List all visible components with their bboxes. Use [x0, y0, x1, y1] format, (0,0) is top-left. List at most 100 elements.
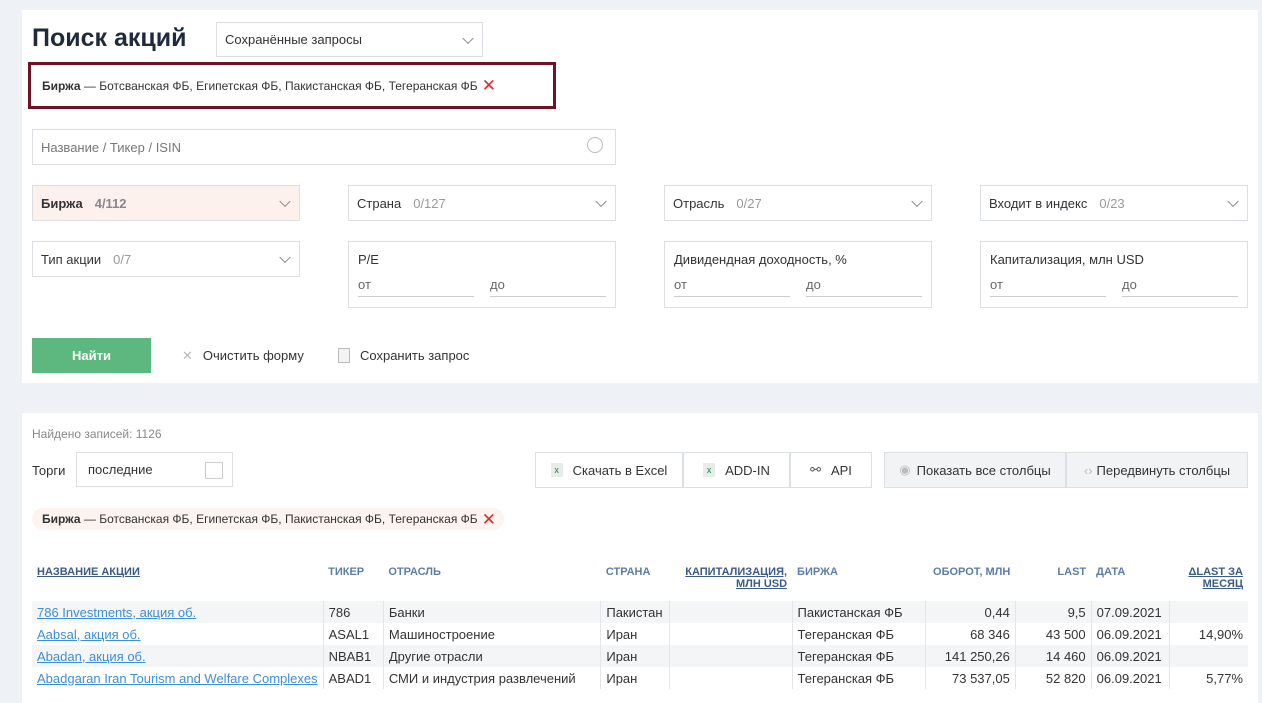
saved-queries-label: Сохранённые запросы — [225, 32, 362, 47]
col-last[interactable]: LAST — [1015, 563, 1091, 601]
cell-turnover: 0,44 — [925, 601, 1016, 623]
cell-last: 9,5 — [1014, 601, 1092, 623]
cell-delta-last: 14,90% — [1168, 623, 1248, 645]
remove-filter-icon[interactable]: ✕ — [482, 511, 496, 528]
cell-cap — [669, 601, 793, 623]
col-date[interactable]: ДАТА — [1091, 563, 1169, 601]
col-turnover[interactable]: ОБОРОТ, МЛН — [926, 563, 1016, 601]
remove-filter-icon[interactable]: ✕ — [482, 77, 496, 94]
filter-country[interactable]: Страна 0/127 — [348, 185, 616, 221]
table-header-row: НАЗВАНИЕ АКЦИИ ТИКЕР ОТРАСЛЬ СТРАНА КАПИ… — [32, 563, 1248, 601]
col-name[interactable]: НАЗВАНИЕ АКЦИИ — [32, 563, 323, 601]
cell-country: Иран — [600, 667, 670, 689]
cell-last: 43 500 — [1014, 623, 1092, 645]
saved-queries-dropdown[interactable]: Сохранённые запросы — [216, 22, 483, 57]
active-filter-chip: Биржа — Ботсванская ФБ, Египетская ФБ, П… — [32, 508, 504, 530]
filter-share-type[interactable]: Тип акции 0/7 — [32, 241, 300, 277]
stock-link[interactable]: 786 Investments, акция об. — [37, 605, 196, 620]
filter-country-count: 0/127 — [413, 195, 446, 211]
cell-exchange: Тегеранская ФБ — [791, 667, 926, 689]
chevron-down-icon — [462, 32, 474, 44]
cell-country: Иран — [600, 645, 670, 667]
cell-date: 07.09.2021 — [1090, 601, 1170, 623]
api-button[interactable]: ⚯ API — [790, 452, 872, 488]
cell-sector: Банки — [382, 601, 601, 623]
search-input[interactable]: Название / Тикер / ISIN — [32, 129, 616, 165]
cell-name: Aabsal, акция об. — [32, 623, 323, 645]
cell-ticker: ABAD1 — [322, 667, 384, 689]
chip-label: Биржа — [42, 512, 81, 526]
chevron-down-icon — [595, 195, 607, 208]
col-country[interactable]: СТРАНА — [601, 563, 670, 601]
stock-link[interactable]: Abadan, акция об. — [37, 649, 146, 664]
cap-to-input[interactable]: до — [1122, 277, 1238, 297]
cell-date: 06.09.2021 — [1090, 623, 1170, 645]
add-in-label: ADD-IN — [725, 462, 770, 478]
find-button[interactable]: Найти — [32, 338, 151, 373]
filter-exchange[interactable]: Биржа 4/112 — [32, 185, 300, 221]
range-dividend: Дивидендная доходность, % от до — [664, 241, 932, 308]
search-placeholder: Название / Тикер / ISIN — [41, 139, 181, 155]
cell-date: 06.09.2021 — [1090, 645, 1170, 667]
cap-from-input[interactable]: от — [990, 277, 1106, 297]
pe-to-input[interactable]: до — [490, 277, 606, 297]
chevron-down-icon — [911, 195, 923, 208]
search-form-panel: Поиск акций Сохранённые запросы Биржа — … — [22, 10, 1258, 383]
cell-sector: Машиностроение — [382, 623, 601, 645]
chevron-down-icon — [279, 195, 291, 208]
col-delta-last[interactable]: ΔLAST ЗА МЕСЯЦ — [1169, 563, 1248, 601]
close-icon: ✕ — [182, 348, 193, 363]
cell-last: 14 460 — [1014, 645, 1092, 667]
filter-sector[interactable]: Отрасль 0/27 — [664, 185, 932, 221]
table-row: Abadan, акция об. NBAB1 Другие отрасли Иран… — [32, 645, 1248, 667]
move-columns-button[interactable]: ‹› Передвинуть столбцы — [1066, 452, 1248, 488]
chevron-down-icon — [279, 251, 291, 264]
save-query-button[interactable]: Сохранить запрос — [338, 348, 469, 363]
col-exchange[interactable]: БИРЖА — [792, 563, 925, 601]
table-row: Abadgaran Iran Tourism and Welfare Compl… — [32, 667, 1248, 689]
filter-share-type-count: 0/7 — [113, 251, 132, 267]
filter-index[interactable]: Входит в индекс 0/23 — [980, 185, 1248, 221]
range-pe: P/E от до — [348, 241, 616, 308]
dividend-from-input[interactable]: от — [674, 277, 790, 297]
stock-link[interactable]: Aabsal, акция об. — [37, 627, 141, 642]
cell-cap — [669, 667, 793, 689]
cell-turnover: 68 346 — [925, 623, 1016, 645]
cell-exchange: Тегеранская ФБ — [791, 623, 926, 645]
trades-label: Торги — [32, 463, 66, 478]
add-in-button[interactable]: x ADD-IN — [683, 452, 790, 488]
chip-values: — Ботсванская ФБ, Египетская ФБ, Пакиста… — [83, 512, 478, 526]
cell-country: Иран — [600, 623, 670, 645]
save-query-label: Сохранить запрос — [360, 348, 470, 363]
cell-name: Abadgaran Iran Tourism and Welfare Compl… — [32, 667, 323, 689]
cell-ticker: ASAL1 — [322, 623, 384, 645]
download-excel-button[interactable]: x Скачать в Excel — [535, 452, 683, 488]
filter-index-count: 0/23 — [1099, 195, 1125, 211]
range-dividend-label: Дивидендная доходность, % — [674, 252, 847, 267]
show-all-columns-button[interactable]: ◉ Показать все столбцы — [884, 452, 1066, 488]
table-row: 786 Investments, акция об. 786 Банки Пакист… — [32, 601, 1248, 623]
cell-name: 786 Investments, акция об. — [32, 601, 324, 623]
stock-link[interactable]: Abadgaran Iran Tourism and Welfare Compl… — [37, 671, 318, 686]
trades-date-input[interactable]: последние — [76, 452, 233, 487]
pe-from-input[interactable]: от — [358, 277, 474, 297]
cell-ticker: NBAB1 — [322, 645, 384, 667]
dividend-to-input[interactable]: до — [806, 277, 922, 297]
range-cap: Капитализация, млн USD от до — [980, 241, 1248, 308]
cell-sector: СМИ и индустрия развлечений — [382, 667, 601, 689]
cell-delta-last — [1168, 601, 1248, 623]
cell-delta-last — [1168, 645, 1248, 667]
filter-index-label: Входит в индекс — [989, 195, 1088, 211]
col-cap[interactable]: КАПИТАЛИЗАЦИЯ, МЛН USD — [670, 563, 793, 601]
cell-cap — [669, 645, 793, 667]
cell-date: 06.09.2021 — [1090, 667, 1170, 689]
search-icon[interactable] — [587, 137, 603, 153]
clear-form-button[interactable]: ✕ Очистить форму — [182, 348, 304, 364]
col-ticker[interactable]: ТИКЕР — [323, 563, 383, 601]
col-sector[interactable]: ОТРАСЛЬ — [383, 563, 601, 601]
cell-exchange: Тегеранская ФБ — [791, 645, 926, 667]
calendar-icon[interactable] — [205, 462, 223, 479]
cell-turnover: 141 250,26 — [925, 645, 1016, 667]
filter-exchange-label: Биржа — [41, 195, 83, 211]
show-all-columns-label: Показать все столбцы — [916, 462, 1051, 478]
